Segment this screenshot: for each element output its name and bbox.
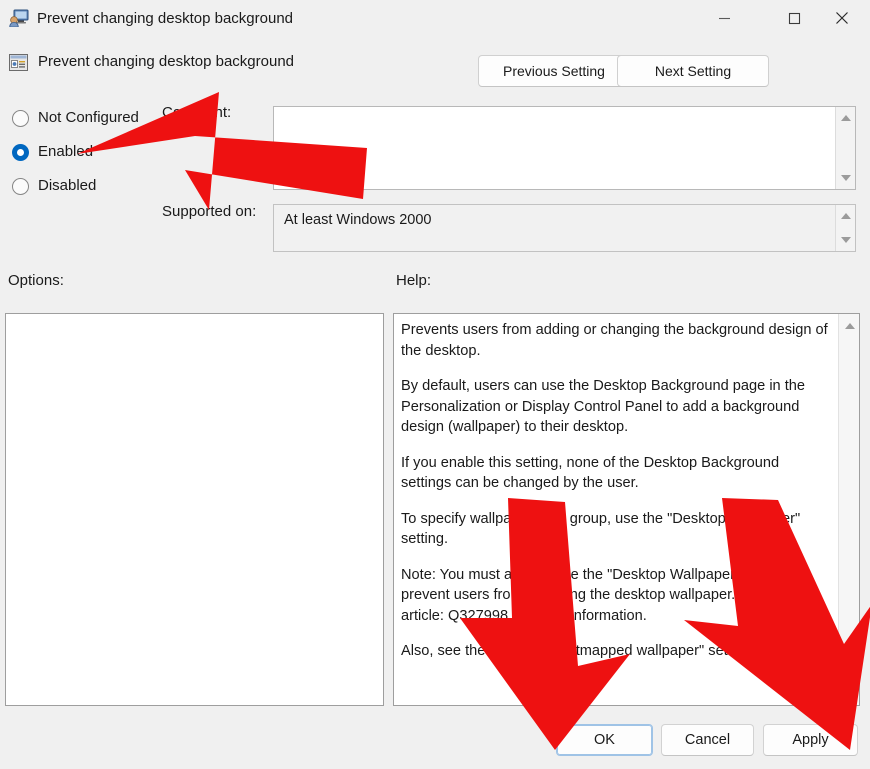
options-section-label: Options:: [8, 272, 64, 289]
window-title: Prevent changing desktop background: [37, 10, 294, 27]
scroll-up-arrow-icon[interactable]: [836, 207, 856, 225]
help-scrollbar[interactable]: [838, 314, 859, 705]
radio-enabled[interactable]: Enabled: [12, 142, 93, 162]
radio-indicator-not-configured: [12, 109, 29, 127]
supported-on-scrollbar[interactable]: [835, 205, 855, 251]
scroll-down-arrow-icon[interactable]: [836, 169, 856, 187]
apply-button[interactable]: Apply: [763, 724, 858, 756]
help-paragraph: By default, users can use the Desktop Ba…: [401, 378, 806, 435]
help-paragraph: If you enable this setting, none of the …: [401, 454, 780, 492]
options-panel[interactable]: [5, 313, 384, 706]
comment-input[interactable]: [273, 106, 856, 190]
help-text: Prevents users from adding or changing t…: [401, 320, 829, 662]
cancel-button[interactable]: Cancel: [661, 724, 754, 756]
setting-title: Prevent changing desktop background: [38, 53, 295, 70]
scroll-up-arrow-icon[interactable]: [836, 109, 856, 127]
group-policy-setting-icon: [8, 52, 29, 73]
help-panel: Prevents users from adding or changing t…: [393, 313, 860, 706]
supported-on-value: At least Windows 2000: [284, 212, 432, 228]
supported-on-field: At least Windows 2000: [273, 204, 856, 252]
minimize-icon[interactable]: [701, 0, 748, 36]
radio-indicator-enabled: [12, 143, 29, 161]
comment-scrollbar[interactable]: [835, 107, 855, 189]
help-section-label: Help:: [396, 272, 432, 289]
help-paragraph: Prevents users from adding or changing t…: [401, 322, 828, 359]
maximize-icon[interactable]: [771, 0, 818, 36]
previous-setting-button[interactable]: Previous Setting: [478, 55, 630, 87]
help-paragraph: Also, see the "Allow only bitmapped wall…: [401, 643, 756, 659]
help-paragraph: Note: You must also enable the "Desktop …: [401, 566, 804, 624]
radio-label-not-configured: Not Configured: [38, 109, 139, 126]
scroll-down-arrow-icon[interactable]: [839, 684, 860, 702]
radio-label-enabled: Enabled: [38, 143, 94, 160]
radio-not-configured[interactable]: Not Configured: [12, 108, 139, 128]
supported-on-label: Supported on:: [162, 203, 257, 220]
scroll-up-arrow-icon[interactable]: [839, 317, 860, 335]
scroll-down-arrow-icon[interactable]: [836, 231, 856, 249]
comment-label: Comment:: [162, 104, 232, 121]
policy-window-icon: [9, 9, 29, 28]
radio-indicator-disabled: [12, 177, 29, 195]
ok-button[interactable]: OK: [556, 724, 653, 756]
help-paragraph: To specify wallpaper for a group, use th…: [401, 510, 801, 548]
next-setting-button[interactable]: Next Setting: [617, 55, 769, 87]
close-icon[interactable]: [818, 0, 865, 36]
title-bar: Prevent changing desktop background: [0, 0, 870, 38]
radio-disabled[interactable]: Disabled: [12, 176, 96, 196]
radio-label-disabled: Disabled: [38, 177, 97, 194]
